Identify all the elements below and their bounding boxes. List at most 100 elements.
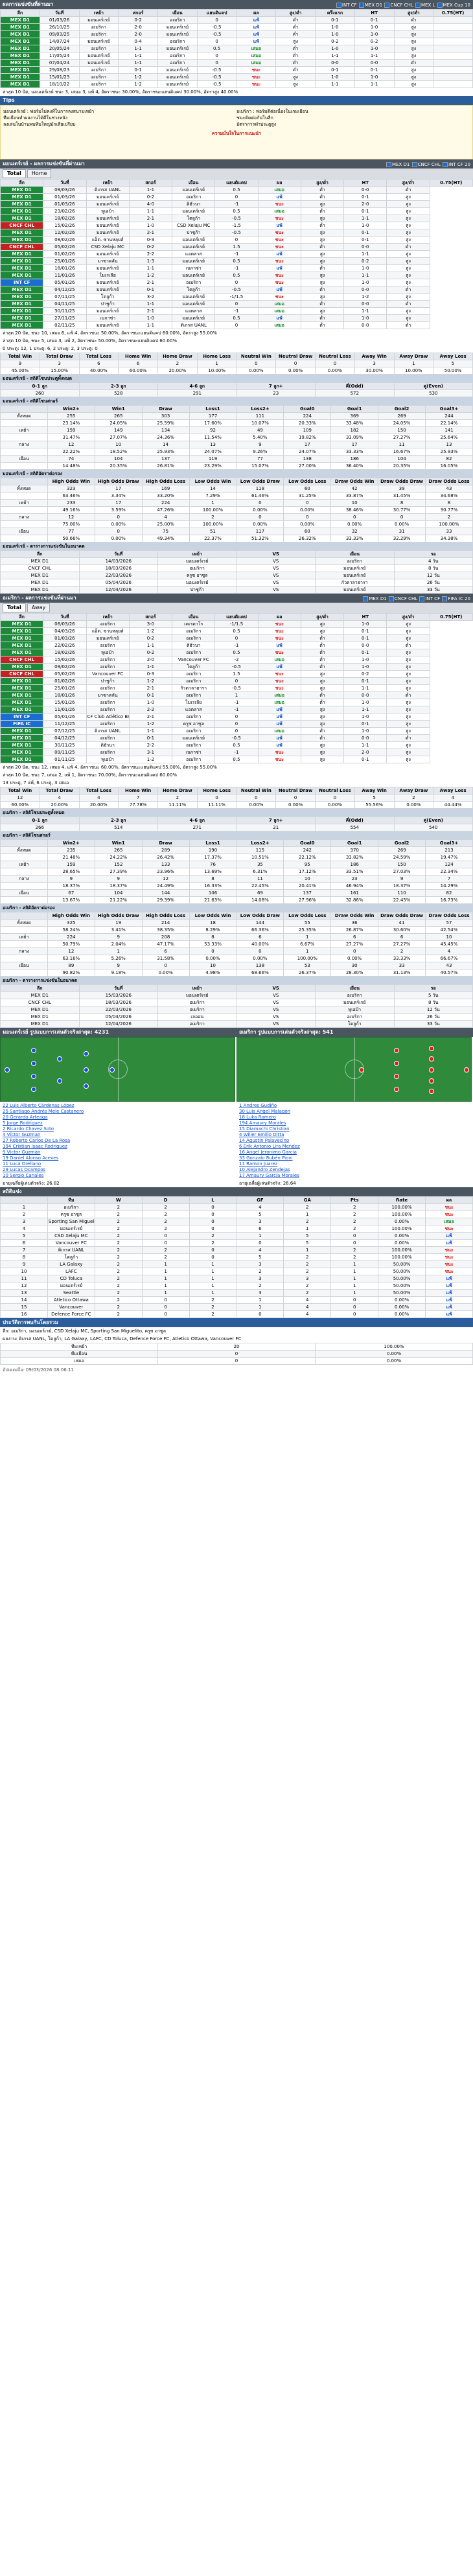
team-link[interactable]: มอนเตร์เรย์: [172, 207, 216, 215]
team-link[interactable]: โตลูก้า: [172, 215, 216, 222]
filter-label[interactable]: INT CF: [342, 3, 358, 8]
team-link[interactable]: อเมริกา: [172, 627, 216, 635]
team-link[interactable]: โมเรเลีย: [86, 272, 130, 279]
filter-checkbox[interactable]: [419, 596, 425, 601]
team-link[interactable]: อเมริกา: [47, 1203, 95, 1211]
player-link[interactable]: 9 Víctor Guzmán: [3, 1150, 234, 1155]
team-link[interactable]: พูเอบ้า: [86, 756, 130, 763]
team-link[interactable]: อเมริกา: [78, 30, 119, 38]
player-link[interactable]: 4 Víctor Guzman: [3, 1132, 234, 1138]
player-link[interactable]: 19 Daniel Alonso Aceves: [3, 1155, 234, 1161]
player-link[interactable]: 33 Gonzalo Rubén Piovi: [239, 1155, 470, 1161]
tab-1[interactable]: Home: [27, 169, 52, 178]
player-link[interactable]: 29 Lucas Ocampos: [3, 1167, 234, 1173]
team-link[interactable]: CSD Xelaju MC: [47, 1232, 95, 1240]
team-link[interactable]: มาซาตลัน: [86, 691, 130, 699]
team-link[interactable]: อเมริกา: [86, 699, 130, 706]
player-link[interactable]: 194 Cristian Isaac Rodriguez: [3, 1144, 234, 1150]
team-link[interactable]: มอนเตร์เรย์: [78, 59, 119, 67]
team-link[interactable]: อเมริกา: [86, 706, 130, 714]
team-link[interactable]: ปาชูก้า: [86, 300, 130, 308]
player-link[interactable]: 194 Amaury Morales: [239, 1120, 470, 1126]
team-link[interactable]: มอนเตร์เรย์: [172, 243, 216, 251]
tab-1[interactable]: Away: [27, 603, 51, 612]
team-link[interactable]: มอนเตร์เรย์: [157, 30, 198, 38]
filter-label[interactable]: INT CF: [425, 596, 441, 601]
team-link[interactable]: ครูซ อาซูล: [47, 1211, 95, 1218]
player-link[interactable]: 5 Jorge Rodríguez: [3, 1120, 234, 1126]
team-link[interactable]: แอ็ต. ซานหลุยส์: [86, 236, 130, 244]
team-link[interactable]: มอนเตร์เรย์: [157, 73, 198, 81]
player-link[interactable]: 1 Andres Gudiño: [239, 1103, 470, 1109]
team-link[interactable]: อเมริกา: [172, 713, 216, 721]
team-link[interactable]: เนกาซ่า: [172, 264, 216, 272]
team-link[interactable]: CSD Xelaju MC: [86, 243, 130, 251]
team-link[interactable]: อเมริกา: [78, 80, 119, 88]
player-dot[interactable]: [83, 1051, 89, 1056]
filter-checkbox[interactable]: [336, 3, 341, 8]
player-link[interactable]: 4 Willer Emilio Ditta: [239, 1132, 470, 1138]
team-link[interactable]: ติฮัวนา: [172, 642, 216, 649]
team-link[interactable]: มอนเตร์เรย์: [86, 250, 130, 258]
filter-checkbox[interactable]: [443, 162, 448, 167]
player-link[interactable]: 20 Gerardo Arteaga: [3, 1115, 234, 1120]
team-link[interactable]: Seattle: [47, 1289, 95, 1297]
team-link[interactable]: ติเกรส UANL: [47, 1246, 95, 1254]
team-link[interactable]: แอตลาส: [172, 250, 216, 258]
team-link[interactable]: แอตลาส: [172, 307, 216, 315]
team-link[interactable]: อเมริกา: [172, 670, 216, 678]
filter-label[interactable]: MEX D1: [365, 3, 384, 8]
player-link[interactable]: 11 Luca Orellano: [3, 1161, 234, 1167]
player-link[interactable]: 18 Luka Romero: [239, 1115, 470, 1120]
team-link[interactable]: อเมริกา: [172, 691, 216, 699]
filter-checkbox[interactable]: [358, 3, 364, 8]
team-link[interactable]: อเมริกา: [78, 23, 119, 31]
team-link[interactable]: ติเกรส UANL: [86, 186, 130, 194]
player-link[interactable]: 10 Sergio Canales: [3, 1173, 234, 1179]
filter-checkbox[interactable]: [437, 3, 443, 8]
team-link[interactable]: พูเอบ้า: [86, 649, 130, 656]
team-link[interactable]: แอตลาส: [172, 706, 216, 714]
player-link[interactable]: 15 Diamachi Christian: [239, 1126, 470, 1132]
filter-label[interactable]: MEX D1: [369, 596, 388, 601]
player-dot[interactable]: [83, 1084, 89, 1089]
team-link[interactable]: อเมริกา: [86, 748, 130, 756]
team-link[interactable]: พูเอบ้า: [86, 207, 130, 215]
team-link[interactable]: มอนเตร์เรย์: [172, 293, 216, 301]
team-link[interactable]: มอนเตร์เรย์: [86, 264, 130, 272]
team-link[interactable]: LA Galaxy: [47, 1260, 95, 1268]
player-dot[interactable]: [57, 1056, 62, 1062]
team-link[interactable]: มาซาตลัน: [86, 257, 130, 265]
filter-label[interactable]: MEX Cup: [443, 3, 465, 8]
filter-label[interactable]: INT CF: [448, 162, 465, 167]
team-link[interactable]: ติเกรส UANL: [172, 321, 216, 329]
team-link[interactable]: อเมริกา: [86, 684, 130, 692]
count-select[interactable]: 20: [465, 162, 470, 167]
team-link[interactable]: เนกาซ่า: [172, 748, 216, 756]
team-link[interactable]: Defence Force FC: [47, 1310, 95, 1318]
team-link[interactable]: Vancouver: [47, 1303, 95, 1311]
filter-label[interactable]: CNCF CHL: [390, 3, 415, 8]
team-link[interactable]: ติเกรส UANL: [86, 727, 130, 735]
team-link[interactable]: มอนเตร์เรย์: [157, 45, 198, 52]
team-link[interactable]: อเมริกา: [172, 741, 216, 749]
team-link[interactable]: มอนเตร์เรย์: [172, 257, 216, 265]
team-link[interactable]: มอนเตร์เรย์: [86, 200, 130, 208]
player-link[interactable]: 25 Santiago Andrés Mele Castanero: [3, 1109, 234, 1115]
team-link[interactable]: มอนเตร์เรย์: [47, 1282, 95, 1290]
player-link[interactable]: 16 Angel Jeronimo Garcia: [239, 1150, 470, 1155]
player-link[interactable]: 22 Luis Alberto Cárdenas López: [3, 1103, 234, 1109]
team-link[interactable]: ปาชูก้า: [86, 677, 130, 685]
team-link[interactable]: CF Club Atlético Bravo: [86, 713, 130, 721]
team-link[interactable]: อเมริกา: [86, 642, 130, 649]
away-filters[interactable]: MEX D1 CNCF CHL INT CF FIFA IC 20: [362, 594, 470, 603]
filter-label[interactable]: MEX L: [421, 3, 437, 8]
player-dot[interactable]: [429, 1089, 434, 1095]
player-dot[interactable]: [83, 1067, 89, 1073]
filter-checkbox[interactable]: [384, 3, 390, 8]
team-link[interactable]: กัวดาลาฮารา: [172, 684, 216, 692]
team-link[interactable]: อเมริกา: [172, 756, 216, 763]
team-link[interactable]: LAFC: [47, 1268, 95, 1275]
team-link[interactable]: อเมริกา: [78, 45, 119, 52]
team-link[interactable]: อเมริกา: [157, 52, 198, 60]
